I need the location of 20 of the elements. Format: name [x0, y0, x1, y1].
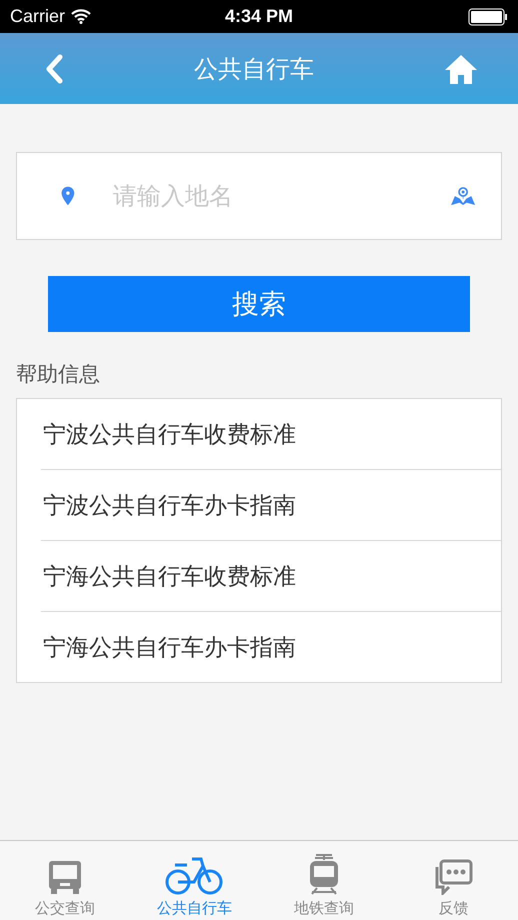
- help-item[interactable]: 宁波公共自行车办卡指南: [41, 469, 501, 540]
- home-icon[interactable]: [444, 52, 478, 84]
- bus-icon: [46, 859, 83, 895]
- section-title: 帮助信息: [16, 361, 100, 388]
- tab[interactable]: 反馈: [388, 841, 518, 920]
- tab[interactable]: 地铁查询: [259, 841, 388, 920]
- help-item[interactable]: 宁海公共自行车办卡指南: [41, 611, 501, 682]
- wifi-icon: [71, 9, 92, 24]
- tab[interactable]: 公共自行车: [130, 841, 259, 920]
- battery-icon: [468, 8, 508, 26]
- tab[interactable]: 公交查询: [0, 841, 130, 920]
- nav-title: 公共自行车: [194, 54, 314, 84]
- status-time: 4:34 PM: [224, 6, 294, 27]
- chat-icon: [433, 859, 474, 895]
- search-button[interactable]: 搜索: [48, 276, 470, 332]
- bicycle-icon: [165, 855, 224, 895]
- help-item[interactable]: 宁波公共自行车收费标准: [41, 399, 501, 469]
- carrier-name: Carrier: [10, 6, 66, 27]
- back-icon[interactable]: [44, 54, 64, 84]
- help-item[interactable]: 宁海公共自行车收费标准: [41, 540, 501, 611]
